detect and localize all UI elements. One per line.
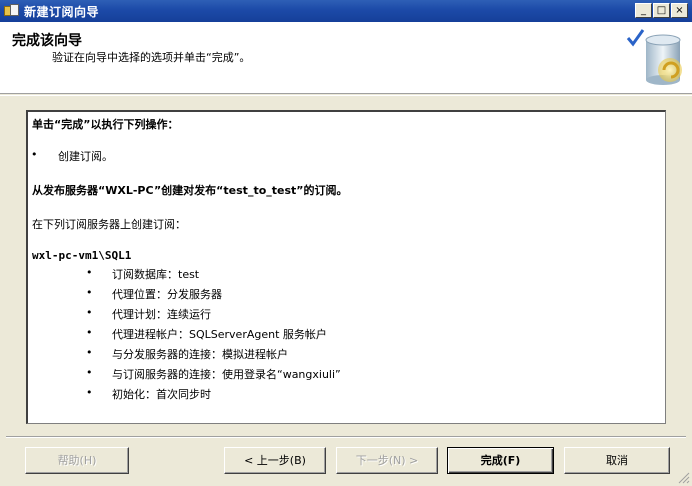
window-title: 新建订阅向导 xyxy=(24,4,100,19)
detail-subscriber-connection: 与订阅服务器的连接：使用登录名“wangxiuli” xyxy=(112,368,341,381)
bullet: • xyxy=(86,346,93,359)
bullet: • xyxy=(86,306,93,319)
subscriber-name: wxl-pc-vm1\SQL1 xyxy=(32,249,132,262)
bullet: • xyxy=(86,366,93,379)
bottom-divider xyxy=(6,436,686,438)
action-create-subscription: 创建订阅。 xyxy=(58,150,113,163)
maximize-button[interactable]: □ xyxy=(653,3,670,18)
wizard-app-icon xyxy=(4,4,20,18)
minimize-button[interactable]: _ xyxy=(635,3,652,18)
title-bar[interactable]: 新建订阅向导 _ □ × xyxy=(0,0,692,22)
bullet: • xyxy=(86,326,93,339)
cancel-button[interactable]: 取消 xyxy=(564,447,670,474)
summary-text-box[interactable]: 单击“完成”以执行下列操作： • 创建订阅。 从发布服务器“WXL-PC”创建对… xyxy=(26,110,666,424)
detail-subscription-db: 订阅数据库：test xyxy=(112,268,200,281)
detail-agent-process-account: 代理进程帐户：SQLServerAgent 服务帐户 xyxy=(112,328,327,341)
wizard-complete-icon xyxy=(626,29,682,85)
detail-agent-location: 代理位置：分发服务器 xyxy=(112,288,222,301)
wizard-header: 完成该向导 验证在向导中选择的选项并单击“完成”。 xyxy=(0,22,692,94)
window-controls: _ □ × xyxy=(635,3,688,18)
next-button[interactable]: 下一步(N) > xyxy=(336,447,438,474)
page-title: 完成该向导 xyxy=(12,33,82,49)
subscriber-intro: 在下列订阅服务器上创建订阅： xyxy=(32,218,186,231)
bullet: • xyxy=(86,286,93,299)
detail-initialization: 初始化：首次同步时 xyxy=(112,388,211,401)
back-button[interactable]: < 上一步(B) xyxy=(224,447,326,474)
page-subtitle: 验证在向导中选择的选项并单击“完成”。 xyxy=(52,51,251,64)
publisher-line: 从发布服务器“WXL-PC”创建对发布“test_to_test”的订阅。 xyxy=(32,184,348,197)
detail-distributor-connection: 与分发服务器的连接：模拟进程帐户 xyxy=(112,348,288,361)
finish-button[interactable]: 完成(F) xyxy=(447,447,554,474)
close-button[interactable]: × xyxy=(671,3,688,18)
resize-grip-icon[interactable] xyxy=(678,472,690,484)
help-button[interactable]: 帮助(H) xyxy=(25,447,129,474)
bullet: • xyxy=(86,386,93,399)
bullet: • xyxy=(31,148,38,161)
summary-intro: 单击“完成”以执行下列操作： xyxy=(32,118,179,131)
detail-agent-schedule: 代理计划：连续运行 xyxy=(112,308,211,321)
bullet: • xyxy=(86,266,93,279)
